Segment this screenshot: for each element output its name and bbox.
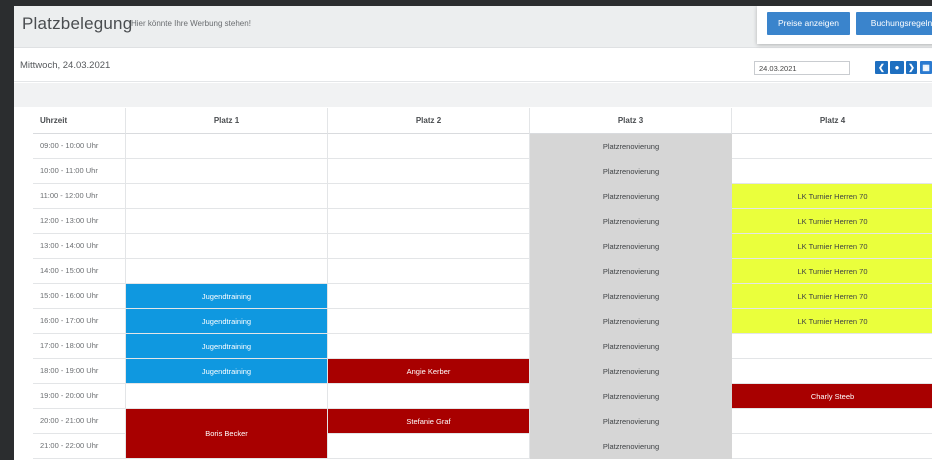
calendar-icon[interactable]: ▦ bbox=[920, 61, 932, 74]
booking-renovation[interactable]: Platzrenovierung bbox=[530, 184, 732, 209]
schedule-grid: Uhrzeit Platz 1 Platz 2 Platz 3 Platz 4 09:0… bbox=[33, 108, 932, 460]
booking-training[interactable]: Jugendtraining bbox=[126, 284, 327, 308]
empty-slot[interactable] bbox=[328, 334, 530, 359]
booking-renovation[interactable]: Platzrenovierung bbox=[530, 384, 732, 409]
booking-renovation[interactable]: Platzrenovierung bbox=[530, 434, 732, 459]
chevron-right-icon[interactable]: ❯ bbox=[906, 61, 917, 74]
booking-private[interactable]: Boris Becker bbox=[126, 409, 327, 458]
booking-renovation[interactable]: Platzrenovierung bbox=[530, 159, 732, 184]
empty-slot[interactable] bbox=[732, 409, 932, 434]
court-header-4: Platz 4 bbox=[732, 108, 932, 134]
time-column-header: Uhrzeit bbox=[33, 108, 126, 134]
booking-renovation[interactable]: Platzrenovierung bbox=[530, 284, 732, 309]
booking-renovation[interactable]: Platzrenovierung bbox=[530, 209, 732, 234]
empty-slot[interactable] bbox=[126, 259, 328, 284]
time-slot-label: 11:00 - 12:00 Uhr bbox=[33, 184, 126, 209]
top-bar: Platzbelegung Hier könnte Ihre Werbung s… bbox=[14, 6, 932, 48]
court-header-3: Platz 3 bbox=[530, 108, 732, 134]
empty-slot[interactable] bbox=[328, 184, 530, 209]
booking-renovation[interactable]: Platzrenovierung bbox=[530, 134, 732, 159]
booking-training[interactable]: Jugendtraining bbox=[126, 359, 327, 383]
booking-private[interactable]: Angie Kerber bbox=[328, 359, 529, 383]
booking-tournament[interactable]: LK Turnier Herren 70 bbox=[732, 234, 932, 258]
page-title: Platzbelegung bbox=[22, 14, 133, 33]
booking-rules-button[interactable]: Buchungsregeln bbox=[856, 12, 932, 35]
court-header-1: Platz 1 bbox=[126, 108, 328, 134]
empty-slot[interactable] bbox=[328, 284, 530, 309]
date-bar: Mittwoch, 24.03.2021 ❮ ● ❯ ▦ bbox=[14, 49, 932, 82]
empty-slot[interactable] bbox=[732, 334, 932, 359]
booking-tournament[interactable]: LK Turnier Herren 70 bbox=[732, 184, 932, 208]
time-slot-label: 19:00 - 20:00 Uhr bbox=[33, 384, 126, 409]
booking-tournament[interactable]: LK Turnier Herren 70 bbox=[732, 309, 932, 333]
empty-slot[interactable] bbox=[732, 434, 932, 459]
booking-training[interactable]: Jugendtraining bbox=[126, 309, 327, 333]
show-prices-button[interactable]: Preise anzeigen bbox=[767, 12, 850, 35]
empty-slot[interactable] bbox=[732, 359, 932, 384]
booking-renovation[interactable]: Platzrenovierung bbox=[530, 259, 732, 284]
court-header-2: Platz 2 bbox=[328, 108, 530, 134]
booking-private[interactable]: Stefanie Graf bbox=[328, 409, 529, 433]
time-slot-label: 17:00 - 18:00 Uhr bbox=[33, 334, 126, 359]
time-slot-label: 20:00 - 21:00 Uhr bbox=[33, 409, 126, 434]
chevron-left-icon[interactable]: ❮ bbox=[875, 61, 888, 74]
booking-renovation[interactable]: Platzrenovierung bbox=[530, 234, 732, 259]
booking-renovation[interactable]: Platzrenovierung bbox=[530, 409, 732, 434]
booking-renovation[interactable]: Platzrenovierung bbox=[530, 359, 732, 384]
ad-subtitle: Hier könnte Ihre Werbung stehen! bbox=[131, 19, 251, 28]
empty-slot[interactable] bbox=[126, 159, 328, 184]
date-input[interactable] bbox=[754, 61, 850, 75]
booking-renovation[interactable]: Platzrenovierung bbox=[530, 334, 732, 359]
time-slot-label: 10:00 - 11:00 Uhr bbox=[33, 159, 126, 184]
empty-slot[interactable] bbox=[328, 309, 530, 334]
empty-slot[interactable] bbox=[732, 134, 932, 159]
empty-slot[interactable] bbox=[328, 234, 530, 259]
empty-slot[interactable] bbox=[126, 184, 328, 209]
empty-slot[interactable] bbox=[328, 259, 530, 284]
booking-training[interactable]: Jugendtraining bbox=[126, 334, 327, 358]
empty-slot[interactable] bbox=[126, 384, 328, 409]
time-slot-label: 16:00 - 17:00 Uhr bbox=[33, 309, 126, 334]
app-frame: Platzbelegung Hier könnte Ihre Werbung s… bbox=[14, 6, 932, 460]
time-slot-label: 14:00 - 15:00 Uhr bbox=[33, 259, 126, 284]
empty-slot[interactable] bbox=[328, 384, 530, 409]
empty-slot[interactable] bbox=[126, 209, 328, 234]
booking-tournament[interactable]: LK Turnier Herren 70 bbox=[732, 284, 932, 308]
empty-slot[interactable] bbox=[328, 134, 530, 159]
time-slot-label: 15:00 - 16:00 Uhr bbox=[33, 284, 126, 309]
booking-tournament[interactable]: LK Turnier Herren 70 bbox=[732, 209, 932, 233]
time-slot-label: 18:00 - 19:00 Uhr bbox=[33, 359, 126, 384]
booking-tournament[interactable]: LK Turnier Herren 70 bbox=[732, 259, 932, 283]
empty-slot[interactable] bbox=[328, 434, 530, 459]
empty-slot[interactable] bbox=[732, 159, 932, 184]
empty-slot[interactable] bbox=[126, 134, 328, 159]
time-slot-label: 21:00 - 22:00 Uhr bbox=[33, 434, 126, 459]
action-panel: Preise anzeigen Buchungsregeln bbox=[757, 6, 932, 44]
grid-top-spacer bbox=[14, 83, 932, 107]
booking-private[interactable]: Charly Steeb bbox=[732, 384, 932, 408]
time-slot-label: 13:00 - 14:00 Uhr bbox=[33, 234, 126, 259]
current-date-label: Mittwoch, 24.03.2021 bbox=[20, 60, 111, 71]
empty-slot[interactable] bbox=[328, 159, 530, 184]
booking-renovation[interactable]: Platzrenovierung bbox=[530, 309, 732, 334]
empty-slot[interactable] bbox=[126, 234, 328, 259]
today-dot-icon[interactable]: ● bbox=[890, 61, 904, 74]
time-slot-label: 09:00 - 10:00 Uhr bbox=[33, 134, 126, 159]
time-slot-label: 12:00 - 13:00 Uhr bbox=[33, 209, 126, 234]
empty-slot[interactable] bbox=[328, 209, 530, 234]
